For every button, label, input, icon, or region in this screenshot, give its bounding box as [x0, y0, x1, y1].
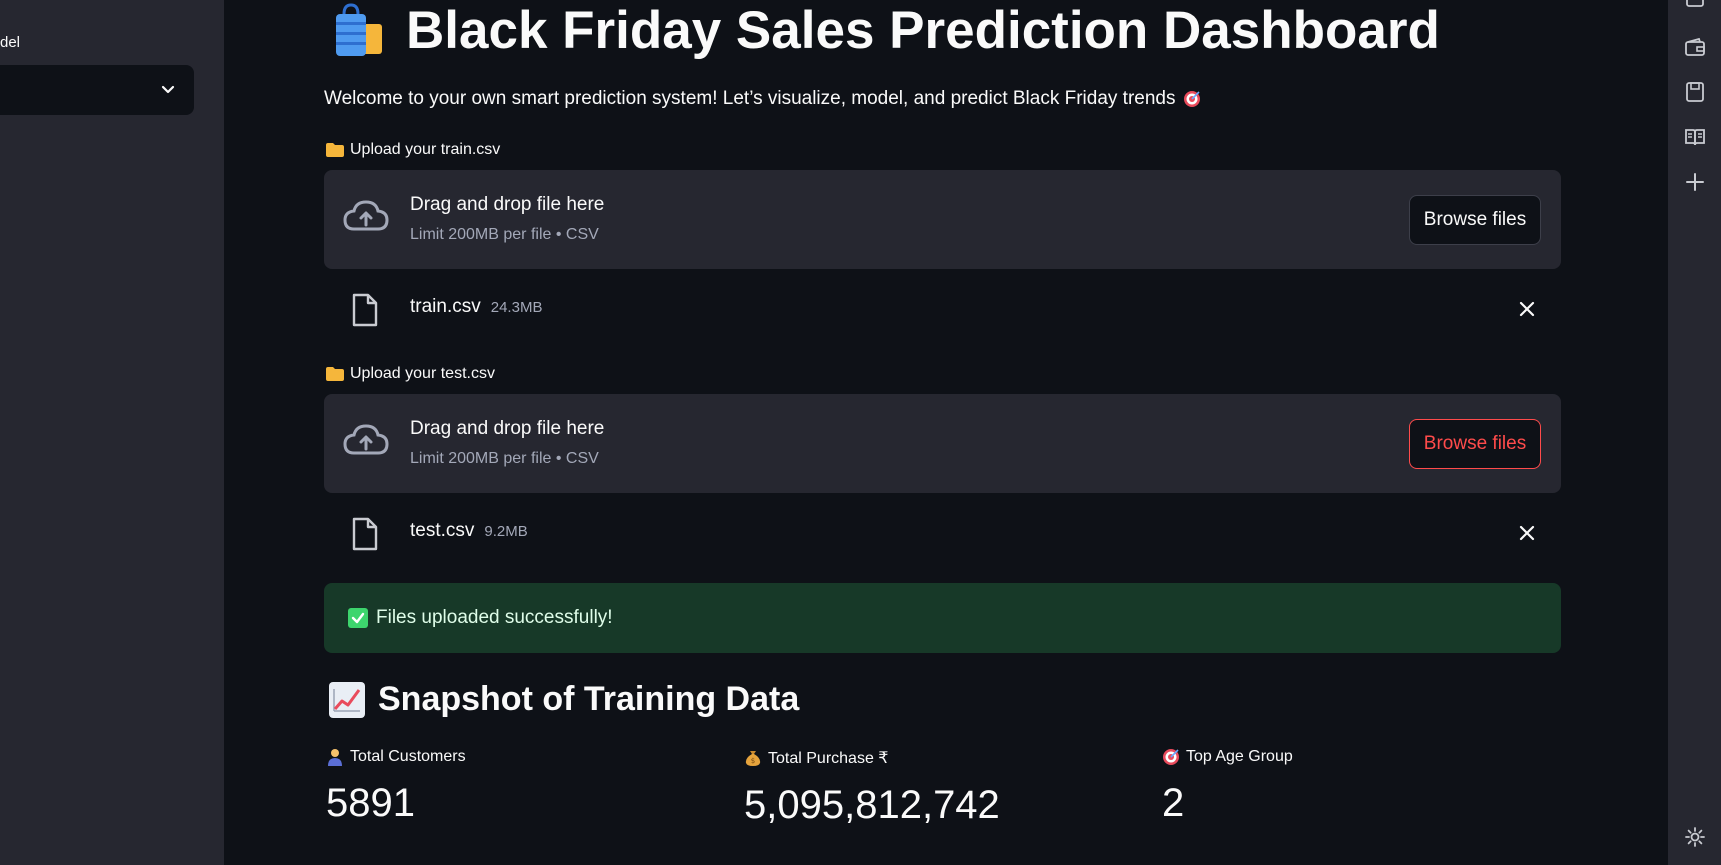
- test-upload-label-text: Upload your test.csv: [350, 365, 495, 382]
- main-content: Black Friday Sales Prediction Dashboard …: [324, 0, 1561, 865]
- page-title: Black Friday Sales Prediction Dashboard: [330, 0, 1440, 62]
- uploaded-file-row: test.csv 9.2MB: [324, 503, 1561, 563]
- folder-icon: [326, 367, 344, 381]
- right-toolbar: [1668, 0, 1721, 865]
- metric-label: Total Customers: [326, 748, 726, 766]
- save-icon[interactable]: [1684, 81, 1706, 103]
- chart-increasing-icon: [329, 681, 365, 718]
- metric-top-age-group: Top Age Group 2: [1162, 748, 1562, 826]
- train-upload-label-text: Upload your train.csv: [350, 141, 501, 158]
- test-dropzone[interactable]: Drag and drop file here Limit 200MB per …: [324, 394, 1561, 493]
- person-icon: [328, 749, 342, 766]
- page-title-text: Black Friday Sales Prediction Dashboard: [406, 1, 1440, 60]
- remove-file-icon[interactable]: [1517, 299, 1537, 319]
- success-alert: Files uploaded successfully!: [324, 583, 1561, 653]
- train-dropzone[interactable]: Drag and drop file here Limit 200MB per …: [324, 170, 1561, 269]
- target-icon: [1184, 91, 1201, 107]
- folder-icon: [326, 143, 344, 157]
- file-size: 9.2MB: [484, 523, 528, 540]
- target-icon: [1163, 749, 1179, 765]
- metric-value: 2: [1162, 781, 1185, 825]
- test-upload-label: Upload your test.csv: [326, 363, 495, 385]
- metric-label: Top Age Group: [1162, 748, 1562, 766]
- metric-label: $ Total Purchase ₹: [744, 748, 1144, 768]
- wallet-icon[interactable]: [1684, 37, 1706, 59]
- plus-icon[interactable]: [1684, 171, 1706, 193]
- intro-text: Welcome to your own smart prediction sys…: [324, 86, 1201, 112]
- section-title-text: Snapshot of Training Data: [378, 680, 800, 718]
- metric-value: 5,095,812,742: [744, 783, 1000, 827]
- book-icon[interactable]: [1684, 126, 1706, 148]
- browse-files-button[interactable]: Browse files: [1409, 419, 1541, 469]
- chevron-down-icon: [161, 85, 175, 94]
- file-name-text: train.csv: [410, 296, 481, 317]
- file-icon: [352, 293, 378, 327]
- toolbar-top-icon[interactable]: [1684, 0, 1706, 14]
- money-bag-icon: $: [745, 751, 761, 766]
- metric-label-text: Top Age Group: [1186, 748, 1293, 765]
- metric-total-purchase: $ Total Purchase ₹ 5,095,812,742: [744, 748, 1144, 828]
- file-size: 24.3MB: [490, 299, 543, 316]
- dropzone-title: Drag and drop file here: [410, 194, 605, 215]
- shopping-bags-icon: [336, 3, 382, 56]
- file-name: test.csv 9.2MB: [410, 520, 528, 542]
- train-upload-label: Upload your train.csv: [326, 139, 500, 161]
- section-title: Snapshot of Training Data: [328, 680, 799, 719]
- dropzone-title: Drag and drop file here: [410, 418, 605, 439]
- uploaded-file-row: train.csv 24.3MB: [324, 279, 1561, 339]
- metric-label-text: Total Customers: [350, 748, 466, 765]
- file-icon: [352, 517, 378, 551]
- sidebar: del: [0, 0, 224, 865]
- metric-total-customers: Total Customers 5891: [326, 748, 726, 826]
- file-name-text: test.csv: [410, 520, 475, 541]
- cloud-upload-icon: [343, 424, 389, 455]
- sidebar-model-label: del: [0, 34, 21, 51]
- check-icon: [348, 608, 368, 628]
- dropzone-limit: Limit 200MB per file • CSV: [410, 450, 599, 467]
- metric-value: 5891: [326, 781, 415, 825]
- file-name: train.csv 24.3MB: [410, 296, 542, 318]
- svg-text:$: $: [751, 757, 755, 765]
- cloud-upload-icon: [343, 200, 389, 231]
- metric-label-text: Total Purchase ₹: [768, 750, 889, 767]
- model-select[interactable]: [0, 65, 194, 115]
- browse-files-button[interactable]: Browse files: [1409, 195, 1541, 245]
- remove-file-icon[interactable]: [1517, 523, 1537, 543]
- dropzone-limit: Limit 200MB per file • CSV: [410, 226, 599, 243]
- success-message: Files uploaded successfully!: [376, 607, 613, 628]
- gear-icon[interactable]: [1684, 826, 1706, 848]
- intro-text-content: Welcome to your own smart prediction sys…: [324, 88, 1176, 109]
